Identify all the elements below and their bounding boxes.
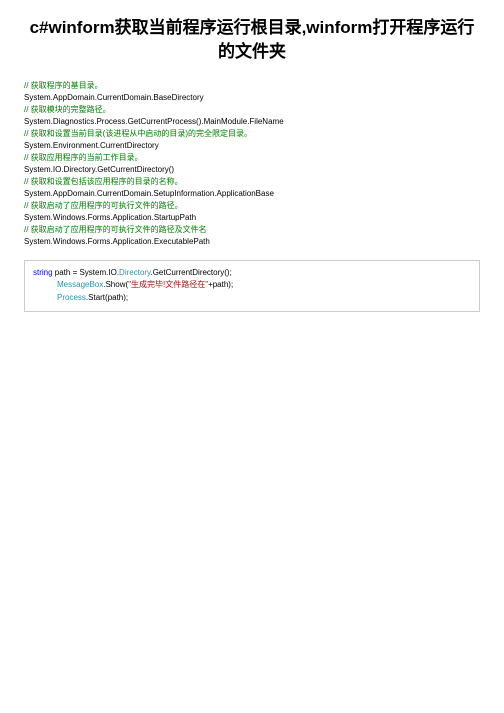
- class-name: Process: [57, 293, 86, 302]
- code-reference-line: System.Environment.CurrentDirectory: [24, 140, 480, 152]
- keyword: string: [33, 268, 53, 277]
- code-text: +path);: [208, 280, 233, 289]
- comment-line: // 获取模块的完整路径。: [24, 104, 480, 116]
- content-section: // 获取程序的基目录。System.AppDomain.CurrentDoma…: [24, 80, 480, 248]
- comment-line: // 获取启动了应用程序的可执行文件的路径及文件名: [24, 224, 480, 236]
- code-line-2: MessageBox.Show("生成完毕!文件路径在"+path);: [33, 279, 471, 292]
- code-block: string path = System.IO.Directory.GetCur…: [24, 260, 480, 312]
- code-reference-line: System.AppDomain.CurrentDomain.SetupInfo…: [24, 188, 480, 200]
- code-reference-line: System.Diagnostics.Process.GetCurrentPro…: [24, 116, 480, 128]
- code-reference-line: System.AppDomain.CurrentDomain.BaseDirec…: [24, 92, 480, 104]
- code-reference-line: System.IO.Directory.GetCurrentDirectory(…: [24, 164, 480, 176]
- code-text: .GetCurrentDirectory();: [150, 268, 231, 277]
- class-name: Directory: [119, 268, 150, 277]
- code-line-3: Process.Start(path);: [33, 292, 471, 305]
- code-text: .Start(path);: [86, 293, 128, 302]
- page-title: c#winform获取当前程序运行根目录,winform打开程序运行的文件夹: [24, 16, 480, 64]
- comment-line: // 获取程序的基目录。: [24, 80, 480, 92]
- comment-line: // 获取和设置当前目录(该进程从中启动的目录)的完全限定目录。: [24, 128, 480, 140]
- code-reference-line: System.Windows.Forms.Application.Executa…: [24, 236, 480, 248]
- comment-line: // 获取和设置包括该应用程序的目录的名称。: [24, 176, 480, 188]
- comment-line: // 获取应用程序的当前工作目录。: [24, 152, 480, 164]
- code-line-1: string path = System.IO.Directory.GetCur…: [33, 267, 471, 280]
- comment-line: // 获取启动了应用程序的可执行文件的路径。: [24, 200, 480, 212]
- class-name: MessageBox: [57, 280, 103, 289]
- code-text: .Show(: [103, 280, 128, 289]
- code-text: path = System.IO.: [53, 268, 119, 277]
- string-literal: "生成完毕!文件路径在": [128, 280, 208, 289]
- code-reference-line: System.Windows.Forms.Application.Startup…: [24, 212, 480, 224]
